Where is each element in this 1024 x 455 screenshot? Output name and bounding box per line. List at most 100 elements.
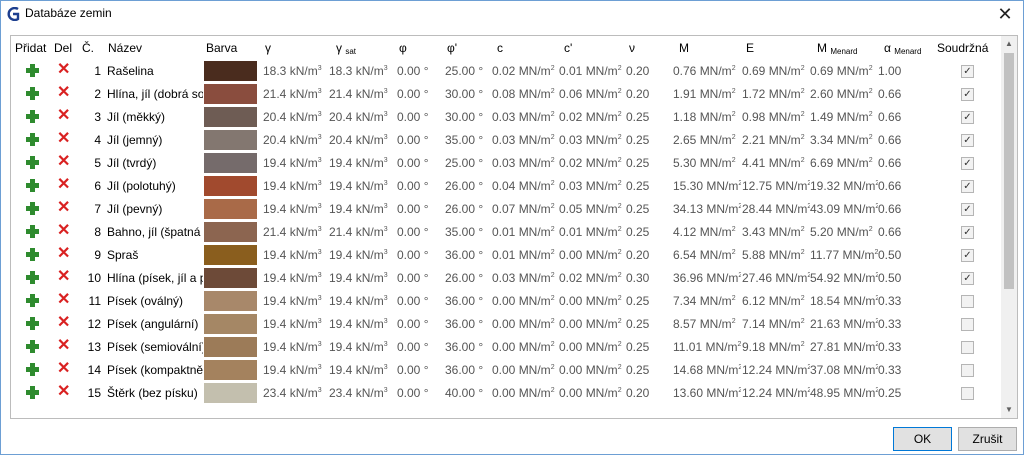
table-row[interactable]: ✕ 9 Spraš 19.4 kN/m3 19.4 kN/m3 0.00 ° 36.00 °… <box>11 244 1001 267</box>
cell-phi: 0.00 ° <box>397 64 429 78</box>
cell-c: 0.00 MN/m2 <box>492 317 555 331</box>
vertical-scrollbar[interactable]: ▲ ▼ <box>1001 36 1017 418</box>
delete-x-icon[interactable]: ✕ <box>57 269 70 285</box>
cohesive-checkbox[interactable]: ✓ <box>961 249 974 262</box>
plus-icon[interactable] <box>26 225 39 238</box>
plus-icon[interactable] <box>26 340 39 353</box>
table-row[interactable]: ✕ 3 Jíl (měkký) 20.4 kN/m3 20.4 kN/m3 0.00 ° 3… <box>11 106 1001 129</box>
cohesive-checkbox[interactable]: ✓ <box>961 226 974 239</box>
cell-gamma-sat: 19.4 kN/m3 <box>329 317 388 331</box>
ok-button[interactable]: OK <box>893 427 952 451</box>
cohesive-checkbox[interactable]: ✓ <box>961 157 974 170</box>
cohesive-checkbox[interactable] <box>961 387 974 400</box>
cohesive-checkbox[interactable]: ✓ <box>961 111 974 124</box>
close-icon[interactable]: ✕ <box>995 4 1015 24</box>
cell-phi: 0.00 ° <box>397 156 429 170</box>
color-swatch[interactable] <box>204 314 257 334</box>
color-swatch[interactable] <box>204 61 257 81</box>
cell-phi-eff: 35.00 ° <box>445 225 484 239</box>
cohesive-checkbox[interactable]: ✓ <box>961 272 974 285</box>
color-swatch[interactable] <box>204 245 257 265</box>
cohesive-checkbox[interactable]: ✓ <box>961 134 974 147</box>
delete-x-icon[interactable]: ✕ <box>57 154 70 170</box>
scroll-up-icon[interactable]: ▲ <box>1001 36 1017 52</box>
table-row[interactable]: ✕ 10 Hlína (písek, jíl a pr 19.4 kN/m3 19.4 … <box>11 267 1001 290</box>
table-row[interactable]: ✕ 14 Písek (kompaktně 19.4 kN/m3 19.4 kN/m3 0… <box>11 359 1001 382</box>
table-row[interactable]: ✕ 6 Jíl (polotuhý) 19.4 kN/m3 19.4 kN/m3 0.00… <box>11 175 1001 198</box>
color-swatch[interactable] <box>204 383 257 403</box>
plus-icon[interactable] <box>26 363 39 376</box>
delete-x-icon[interactable]: ✕ <box>57 246 70 262</box>
cell-num: 3 <box>94 110 101 124</box>
plus-icon[interactable] <box>26 87 39 100</box>
cohesive-checkbox[interactable]: ✓ <box>961 88 974 101</box>
table-row[interactable]: ✕ 13 Písek (semiovální) 19.4 kN/m3 19.4 kN/m… <box>11 336 1001 359</box>
cell-nu: 0.25 <box>626 294 650 308</box>
delete-x-icon[interactable]: ✕ <box>57 384 70 400</box>
color-swatch[interactable] <box>204 153 257 173</box>
color-swatch[interactable] <box>204 84 257 104</box>
table-row[interactable]: ✕ 15 Štěrk (bez písku) 23.4 kN/m3 23.4 kN/m3… <box>11 382 1001 405</box>
color-swatch[interactable] <box>204 360 257 380</box>
delete-x-icon[interactable]: ✕ <box>57 200 70 216</box>
cell-gamma-sat: 19.4 kN/m3 <box>329 294 388 308</box>
plus-icon[interactable] <box>26 179 39 192</box>
delete-x-icon[interactable]: ✕ <box>57 177 70 193</box>
scroll-down-icon[interactable]: ▼ <box>1001 402 1017 418</box>
plus-icon[interactable] <box>26 386 39 399</box>
table-row[interactable]: ✕ 1 Rašelina 18.3 kN/m3 18.3 kN/m3 0.00 ° 25.0… <box>11 60 1001 83</box>
table-row[interactable]: ✕ 12 Písek (angulární) 19.4 kN/m3 19.4 kN/m3… <box>11 313 1001 336</box>
color-swatch[interactable] <box>204 107 257 127</box>
delete-x-icon[interactable]: ✕ <box>57 131 70 147</box>
cohesive-checkbox[interactable]: ✓ <box>961 203 974 216</box>
color-swatch[interactable] <box>204 337 257 357</box>
plus-icon[interactable] <box>26 271 39 284</box>
table-row[interactable]: ✕ 5 Jíl (tvrdý) 19.4 kN/m3 19.4 kN/m3 0.00 ° 2… <box>11 152 1001 175</box>
scrollbar-thumb[interactable] <box>1004 53 1014 289</box>
delete-x-icon[interactable]: ✕ <box>57 108 70 124</box>
cell-num: 12 <box>87 317 101 331</box>
delete-x-icon[interactable]: ✕ <box>57 338 70 354</box>
color-swatch[interactable] <box>204 130 257 150</box>
cell-gamma-sat: 19.4 kN/m3 <box>329 156 388 170</box>
table-row[interactable]: ✕ 11 Písek (oválný) 19.4 kN/m3 19.4 kN/m3 0.0… <box>11 290 1001 313</box>
delete-x-icon[interactable]: ✕ <box>57 361 70 377</box>
plus-icon[interactable] <box>26 248 39 261</box>
header-e: E <box>746 41 755 55</box>
plus-icon[interactable] <box>26 110 39 123</box>
plus-icon[interactable] <box>26 133 39 146</box>
table-row[interactable]: ✕ 7 Jíl (pevný) 19.4 kN/m3 19.4 kN/m3 0.00 ° 2… <box>11 198 1001 221</box>
delete-x-icon[interactable]: ✕ <box>57 223 70 239</box>
cohesive-checkbox[interactable] <box>961 318 974 331</box>
color-swatch[interactable] <box>204 176 257 196</box>
cell-m: 34.13 MN/m2 <box>673 202 741 216</box>
cell-m: 4.12 MN/m2 <box>673 225 736 239</box>
cohesive-checkbox[interactable]: ✓ <box>961 65 974 78</box>
table-row[interactable]: ✕ 8 Bahno, jíl (špatná s 21.4 kN/m3 21.4 kN/… <box>11 221 1001 244</box>
cohesive-checkbox[interactable] <box>961 341 974 354</box>
cohesive-checkbox[interactable] <box>961 364 974 377</box>
plus-icon[interactable] <box>26 317 39 330</box>
plus-icon[interactable] <box>26 202 39 215</box>
color-swatch[interactable] <box>204 268 257 288</box>
header-m: M <box>679 41 689 55</box>
delete-x-icon[interactable]: ✕ <box>57 62 70 78</box>
cohesive-checkbox[interactable]: ✓ <box>961 180 974 193</box>
table-row[interactable]: ✕ 2 Hlína, jíl (dobrá sou 21.4 kN/m3 21.4 kN… <box>11 83 1001 106</box>
plus-icon[interactable] <box>26 294 39 307</box>
table-row[interactable]: ✕ 4 Jíl (jemný) 20.4 kN/m3 20.4 kN/m3 0.00 ° 3… <box>11 129 1001 152</box>
cell-name: Jíl (pevný) <box>107 202 163 216</box>
cohesive-checkbox[interactable] <box>961 295 974 308</box>
delete-x-icon[interactable]: ✕ <box>57 292 70 308</box>
cancel-button[interactable]: Zrušit <box>958 427 1017 451</box>
delete-x-icon[interactable]: ✕ <box>57 85 70 101</box>
cell-m: 15.30 MN/m2 <box>673 179 741 193</box>
plus-icon[interactable] <box>26 64 39 77</box>
color-swatch[interactable] <box>204 222 257 242</box>
plus-icon[interactable] <box>26 156 39 169</box>
color-swatch[interactable] <box>204 291 257 311</box>
delete-x-icon[interactable]: ✕ <box>57 315 70 331</box>
color-swatch[interactable] <box>204 199 257 219</box>
cell-gamma-sat: 23.4 kN/m3 <box>329 386 388 400</box>
cell-e: 6.12 MN/m2 <box>742 294 805 308</box>
